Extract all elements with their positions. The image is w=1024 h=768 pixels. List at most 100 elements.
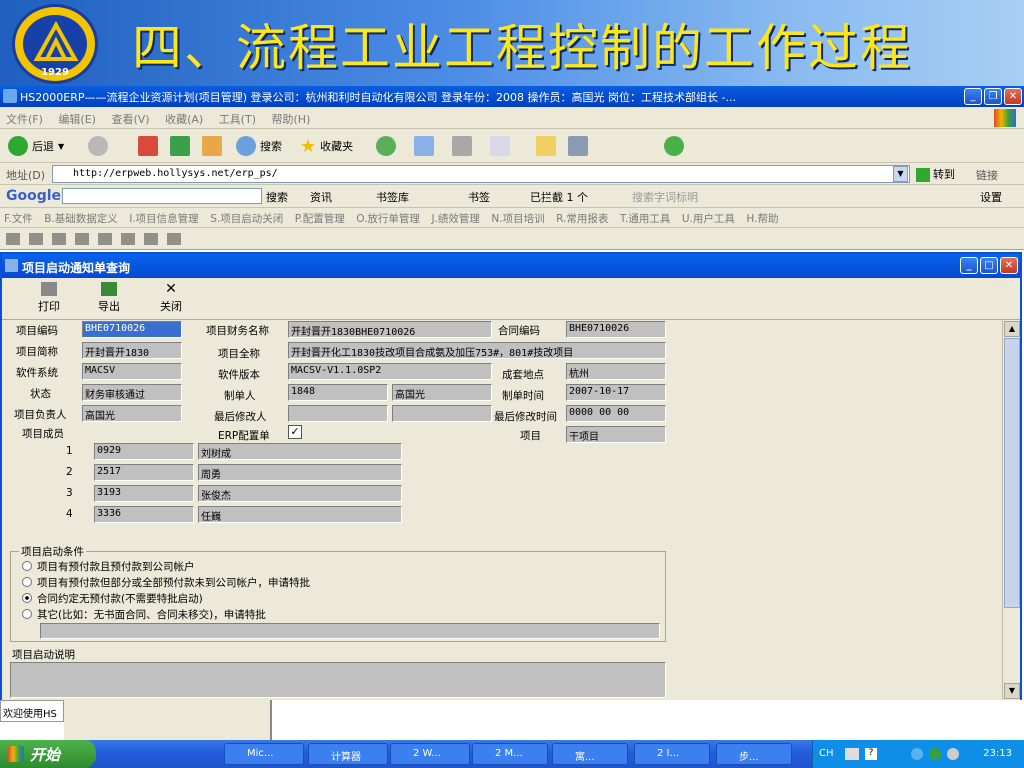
popup-blocked-button[interactable]: 已拦截 1 个	[530, 189, 588, 205]
version-field[interactable]: MACSV-V1.1.0SP2	[288, 363, 492, 380]
member-id-field[interactable]: 3336	[94, 506, 194, 523]
help-icon[interactable]: ?	[865, 748, 877, 760]
erp-menu-start-close[interactable]: S.项目启动关闭	[206, 208, 287, 229]
mail-button[interactable]	[414, 134, 434, 158]
erp-menu-tools[interactable]: T.通用工具	[616, 208, 675, 229]
close-form-button[interactable]: ✕ 关闭	[160, 282, 182, 314]
discuss-button[interactable]	[536, 134, 556, 158]
export-button[interactable]: 导出	[98, 282, 120, 314]
print-report-button[interactable]: 打印	[38, 282, 60, 314]
erp-menu-help[interactable]: H.帮助	[742, 208, 782, 229]
exit-icon[interactable]	[167, 233, 181, 245]
full-name-field[interactable]: 开封晋开化工1830技改项目合成氨及加压753#，801#技改项目	[288, 342, 666, 359]
erp-menu-release[interactable]: O.放行单管理	[352, 208, 424, 229]
condition-note-field[interactable]	[40, 623, 660, 639]
taskbar-item[interactable]: 2 I...	[634, 743, 710, 765]
google-search-button[interactable]: 搜索	[266, 189, 288, 205]
taskbar-item[interactable]: 寓...	[552, 743, 628, 765]
condition-option-3[interactable]: 合同约定无预付款(不需要特批启动)	[22, 591, 203, 606]
menu-tools[interactable]: 工具(T)	[213, 107, 262, 131]
history-button[interactable]	[376, 134, 396, 158]
scroll-thumb[interactable]	[1004, 338, 1020, 608]
mask-icon[interactable]	[144, 233, 158, 245]
print-button[interactable]	[452, 134, 472, 158]
modifier-name-field[interactable]	[392, 405, 492, 422]
scroll-up-icon[interactable]: ▲	[1004, 321, 1020, 337]
member-id-field[interactable]: 2517	[94, 464, 194, 481]
member-id-field[interactable]: 3193	[94, 485, 194, 502]
menu-view[interactable]: 查看(V)	[105, 107, 155, 131]
google-search-input[interactable]	[62, 188, 262, 204]
home-button[interactable]	[202, 134, 222, 158]
erp-menu-training[interactable]: N.项目培训	[487, 208, 548, 229]
erp-menu-reports[interactable]: R.常用报表	[552, 208, 612, 229]
close-button[interactable]: ✕	[1004, 88, 1022, 105]
window-maximize-button[interactable]: □	[980, 257, 998, 274]
keyboard-icon[interactable]	[845, 748, 859, 760]
taskbar-item[interactable]: Mic...	[224, 743, 304, 765]
erp-menu-file[interactable]: F.文件	[0, 208, 37, 229]
erp-menu-performance[interactable]: J.绩效管理	[427, 208, 483, 229]
taskbar-item[interactable]: 步...	[716, 743, 792, 765]
research-button[interactable]	[568, 134, 588, 158]
favorites-button[interactable]: ★ 收藏夹	[300, 134, 353, 158]
erp-menu-config[interactable]: P.配置管理	[291, 208, 349, 229]
software-field[interactable]: MACSV	[82, 363, 182, 380]
network-icon[interactable]	[911, 748, 923, 760]
stop-button[interactable]	[138, 134, 158, 158]
org-chart-icon[interactable]	[6, 233, 20, 245]
address-input[interactable]: http://erpweb.hollysys.net/erp_ps/	[52, 165, 910, 183]
erp-menu-user-tools[interactable]: U.用户工具	[678, 208, 739, 229]
erp-menu-project-info[interactable]: I.项目信息管理	[125, 208, 202, 229]
minimize-button[interactable]: _	[964, 88, 982, 105]
language-indicator[interactable]: CH	[819, 748, 834, 759]
address-dropdown-icon[interactable]: ▼	[893, 166, 908, 182]
member-name-field[interactable]: 刘树成	[198, 443, 402, 460]
start-button[interactable]: 开始	[0, 740, 96, 768]
condition-option-2[interactable]: 项目有预付款但部分或全部预付款未到公司帐户，申请特批	[22, 575, 310, 590]
volume-icon[interactable]	[947, 748, 959, 760]
modify-time-field[interactable]: 0000 00 00	[566, 405, 666, 422]
highlight-button[interactable]: 搜索字词标明	[632, 189, 698, 205]
go-button[interactable]: 转到	[916, 166, 955, 182]
grid-icon[interactable]	[75, 233, 89, 245]
menu-edit[interactable]: 编辑(E)	[52, 107, 102, 131]
refresh-button[interactable]	[170, 134, 190, 158]
erp-menu-base-data[interactable]: B.基础数据定义	[40, 208, 122, 229]
menu-favorites[interactable]: 收藏(A)	[159, 107, 209, 131]
restore-button[interactable]: ❐	[984, 88, 1002, 105]
table-icon[interactable]	[29, 233, 43, 245]
menu-file[interactable]: 文件(F)	[0, 107, 49, 131]
scroll-down-icon[interactable]: ▼	[1004, 683, 1020, 699]
modifier-id-field[interactable]	[288, 405, 388, 422]
messenger-button[interactable]	[664, 134, 684, 158]
back-button[interactable]: 后退 ▼	[8, 134, 64, 158]
location-field[interactable]: 杭州	[566, 363, 666, 380]
condition-option-1[interactable]: 项目有预付款且预付款到公司帐户	[22, 559, 195, 574]
member-id-field[interactable]: 0929	[94, 443, 194, 460]
member-name-field[interactable]: 张俊杰	[198, 485, 402, 502]
google-bookmarks-lib-button[interactable]: 书签库	[376, 189, 409, 205]
taskbar-item[interactable]: 2 W...	[390, 743, 470, 765]
code-field[interactable]: BHE0710026	[82, 321, 182, 338]
forward-button[interactable]	[88, 134, 108, 158]
search-button[interactable]: 搜索	[236, 134, 282, 158]
cloud-icon[interactable]	[52, 233, 66, 245]
taskbar-item[interactable]: 2 M...	[472, 743, 548, 765]
project-field[interactable]: 干项目	[566, 426, 666, 443]
creator-name-field[interactable]: 高国光	[392, 384, 492, 401]
person-icon[interactable]	[121, 233, 135, 245]
create-time-field[interactable]: 2007-10-17	[566, 384, 666, 401]
contract-code-field[interactable]: BHE0710026	[566, 321, 666, 338]
google-news-button[interactable]: 资讯	[310, 189, 332, 205]
condition-option-4[interactable]: 其它(比如：无书面合同、合同未移交)，申请特批	[22, 607, 266, 622]
tray-app-icon[interactable]	[929, 748, 941, 760]
google-bookmarks-button[interactable]: 书签	[468, 189, 490, 205]
member-name-field[interactable]: 任巍	[198, 506, 402, 523]
erp-config-checkbox[interactable]: ✓	[288, 425, 302, 439]
form-scrollbar[interactable]: ▲ ▼	[1002, 320, 1020, 700]
edit-button[interactable]	[490, 134, 510, 158]
list-icon[interactable]	[98, 233, 112, 245]
google-settings-button[interactable]: 设置	[980, 189, 1002, 205]
status-field[interactable]: 财务审核通过	[82, 384, 182, 401]
